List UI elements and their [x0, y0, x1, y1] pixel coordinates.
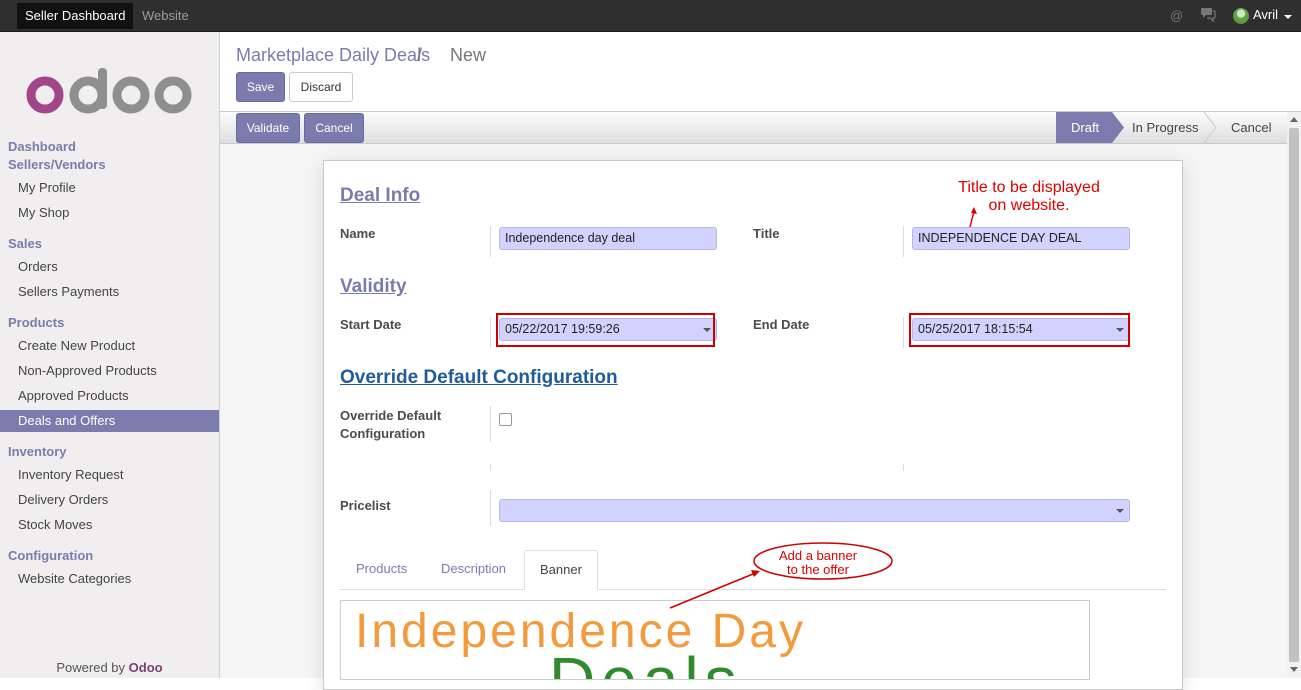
sidebar-item-website-categories[interactable]: Website Categories	[0, 568, 219, 590]
chat-icon[interactable]	[1200, 7, 1216, 25]
sidebar-item-delivery-orders[interactable]: Delivery Orders	[0, 489, 219, 511]
name-label: Name	[340, 226, 376, 241]
divider	[490, 226, 491, 257]
tab-banner[interactable]: Banner	[524, 550, 598, 590]
divider	[903, 226, 904, 257]
sidebar-item-deals-and-offers[interactable]: Deals and Offers	[0, 410, 219, 432]
breadcrumb-current: New	[450, 45, 487, 65]
start-date-label: Start Date	[340, 317, 402, 332]
powered-by-label: Powered by	[56, 660, 126, 675]
banner-annotation-line1: Add a banner	[778, 548, 858, 563]
section-override-config: Override Default Configuration	[340, 367, 618, 388]
cancel-deal-button[interactable]: Cancel	[304, 113, 364, 143]
override-checkbox[interactable]	[499, 413, 512, 426]
override-label-line1: Override Default	[340, 408, 442, 423]
tab-products[interactable]: Products	[341, 550, 422, 590]
sidebar-item-create-new-product[interactable]: Create New Product	[0, 335, 219, 357]
sidebar: Dashboard Sellers/Vendors My Profile My …	[0, 32, 220, 678]
scroll-up-icon[interactable]	[1290, 117, 1298, 122]
banner-line2: Deals	[549, 644, 743, 680]
sidebar-item-my-profile[interactable]: My Profile	[0, 177, 219, 199]
sidebar-heading-inventory[interactable]: Inventory	[8, 444, 67, 459]
highlight-box	[909, 313, 1130, 347]
powered-by-link[interactable]: Odoo	[129, 660, 163, 675]
sidebar-item-approved-products[interactable]: Approved Products	[0, 385, 219, 407]
scroll-down-icon[interactable]	[1290, 667, 1298, 672]
stage-in-progress[interactable]: In Progress	[1132, 112, 1198, 143]
banner-annotation-line2: to the offer	[787, 562, 849, 577]
sidebar-heading-sellers[interactable]: Sellers/Vendors	[8, 157, 106, 172]
banner-annotation: Add a banner to the offer	[760, 549, 876, 577]
sidebar-item-sellers-payments[interactable]: Sellers Payments	[0, 281, 219, 303]
section-deal-info: Deal Info	[340, 185, 421, 206]
title-field[interactable]: INDEPENDENCE DAY DEAL	[912, 227, 1130, 250]
sidebar-heading-products[interactable]: Products	[8, 315, 64, 330]
override-label: Override Default Configuration	[340, 407, 441, 443]
sidebar-heading-configuration[interactable]: Configuration	[8, 548, 93, 563]
divider	[490, 406, 491, 442]
at-icon[interactable]: @	[1170, 8, 1183, 23]
stage-draft[interactable]: Draft	[1071, 112, 1099, 143]
app-website[interactable]: Website	[134, 3, 197, 29]
validate-button[interactable]: Validate	[236, 113, 300, 143]
divider	[490, 464, 491, 471]
divider	[490, 317, 491, 348]
save-button[interactable]: Save	[236, 72, 285, 102]
app-seller-dashboard[interactable]: Seller Dashboard	[17, 3, 134, 29]
chevron-down-icon[interactable]	[1116, 509, 1124, 513]
section-validity: Validity	[340, 276, 407, 297]
pricelist-label: Pricelist	[340, 498, 391, 513]
sidebar-item-orders[interactable]: Orders	[0, 256, 219, 278]
banner-image[interactable]: Independence Day Deals	[340, 600, 1090, 680]
title-annotation-line1: Title to be displayed	[958, 179, 1100, 196]
scrollbar-thumb[interactable]	[1289, 128, 1299, 662]
sidebar-item-inventory-request[interactable]: Inventory Request	[0, 464, 219, 486]
sidebar-item-my-shop[interactable]: My Shop	[0, 202, 219, 224]
user-avatar[interactable]	[1233, 8, 1249, 24]
top-navbar: Seller Dashboard Website @ Avril	[0, 0, 1301, 32]
breadcrumb-separator: /	[417, 45, 423, 65]
annotation-arrow	[969, 207, 977, 228]
sidebar-heading-dashboard[interactable]: Dashboard	[8, 139, 76, 154]
override-label-line2: Configuration	[340, 426, 426, 441]
tab-description[interactable]: Description	[426, 550, 521, 590]
powered-by: Powered by Odoo	[0, 660, 219, 675]
discard-button[interactable]: Discard	[289, 72, 353, 102]
sidebar-heading-sales[interactable]: Sales	[8, 236, 42, 251]
divider	[490, 490, 491, 526]
divider	[903, 464, 904, 471]
name-field[interactable]: Independence day deal	[499, 227, 717, 250]
title-label: Title	[753, 226, 780, 241]
user-name[interactable]: Avril	[1253, 7, 1278, 22]
odoo-logo	[26, 68, 196, 117]
sidebar-item-stock-moves[interactable]: Stock Moves	[0, 514, 219, 536]
divider	[903, 317, 904, 348]
pricelist-select[interactable]	[499, 499, 1130, 522]
stage-cancel[interactable]: Cancel	[1231, 112, 1271, 143]
sidebar-item-non-approved-products[interactable]: Non-Approved Products	[0, 360, 219, 382]
status-bar: Validate Cancel Draft In Progress Cancel	[220, 112, 1287, 144]
control-panel: Marketplace Daily Deals / New Save Disca…	[220, 32, 1301, 112]
end-date-label: End Date	[753, 317, 810, 332]
scrollbar[interactable]	[1287, 112, 1301, 678]
highlight-box	[496, 313, 715, 347]
chevron-down-icon[interactable]	[1284, 15, 1292, 19]
breadcrumb-parent[interactable]: Marketplace Daily Deals	[236, 45, 430, 66]
